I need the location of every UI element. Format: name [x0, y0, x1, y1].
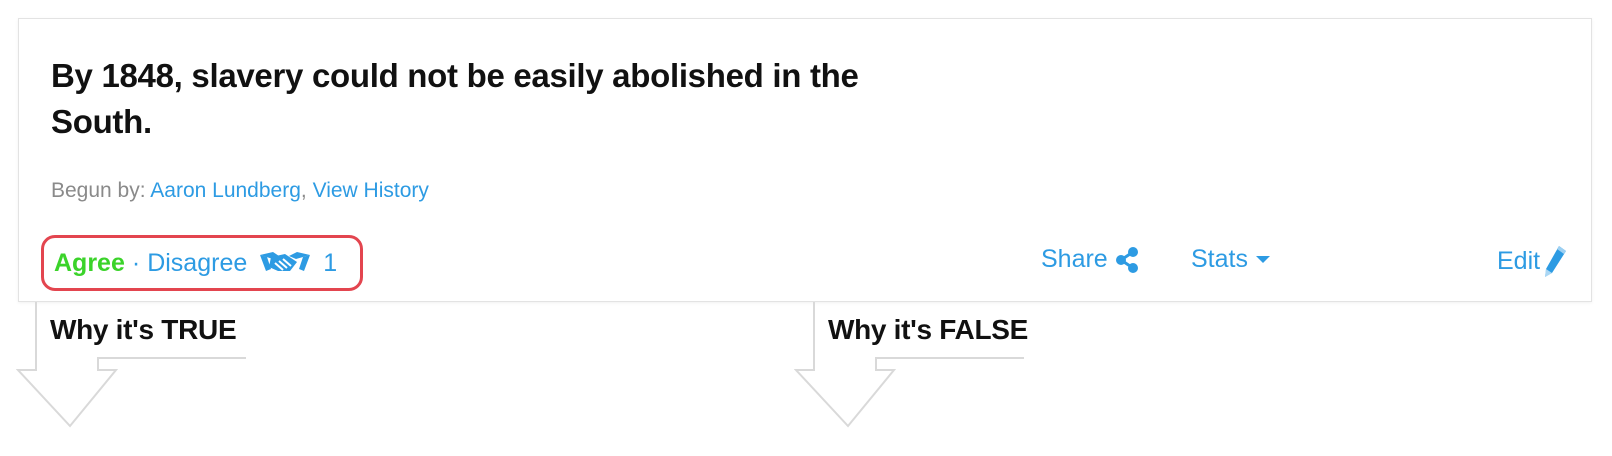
stats-label: Stats — [1191, 245, 1248, 273]
pencil-icon — [1545, 246, 1567, 277]
chevron-down-icon — [1255, 255, 1270, 263]
agree-count[interactable]: 1 — [323, 249, 337, 278]
why-true-heading: Why it's TRUE — [50, 314, 237, 345]
claim-title: By 1848, slavery could not be easily abo… — [51, 57, 859, 140]
vote-separator-dot: · — [131, 248, 141, 277]
vote-controls: Agree · Disagree 1 — [41, 235, 363, 291]
author-link[interactable]: Aaron Lundberg — [150, 179, 301, 202]
handshake-icon[interactable] — [259, 249, 311, 277]
begun-by-label: Begun by: — [51, 179, 146, 202]
agree-button[interactable]: Agree — [54, 249, 125, 278]
edit-button[interactable]: Edit — [1497, 243, 1568, 279]
share-icon — [1115, 246, 1138, 273]
claim-card: By 1848, slavery could not be easily abo… — [18, 18, 1592, 302]
stats-dropdown[interactable]: Stats — [1191, 245, 1270, 274]
share-button[interactable]: Share — [1041, 245, 1140, 274]
view-history-link[interactable]: View History — [313, 179, 429, 202]
meta-separator: , — [300, 179, 307, 202]
edit-label: Edit — [1497, 246, 1541, 275]
why-false-heading: Why it's FALSE — [828, 314, 1029, 345]
claim-meta: Begun by: Aaron Lundberg, View History — [51, 179, 429, 203]
disagree-button[interactable]: Disagree — [147, 249, 247, 278]
share-label: Share — [1041, 245, 1108, 273]
